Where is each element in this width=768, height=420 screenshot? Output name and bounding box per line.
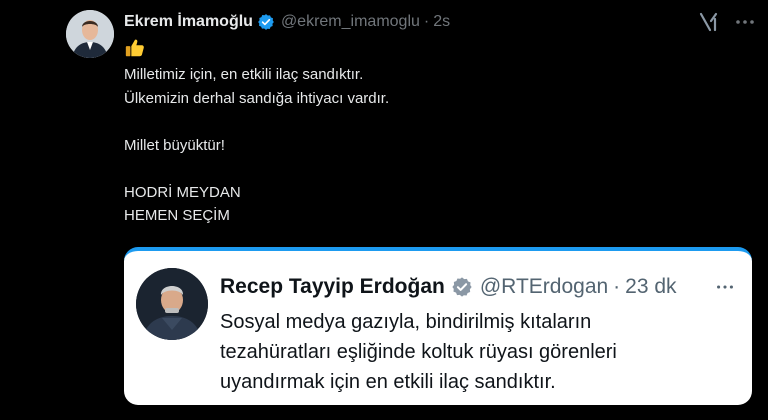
author-handle[interactable]: @ekrem_imamoglu xyxy=(281,13,420,31)
author-name[interactable]: Ekrem İmamoğlu xyxy=(124,13,253,31)
tweet[interactable]: Ekrem İmamoğlu @ekrem_imamoglu · 2s Mill… xyxy=(0,0,768,420)
tweet-header: Ekrem İmamoğlu @ekrem_imamoglu · 2s xyxy=(124,11,450,33)
quoted-tweet[interactable]: Recep Tayyip Erdoğan @RTErdogan · 23 dk xyxy=(124,247,752,405)
quoted-more-options-icon[interactable] xyxy=(714,276,736,298)
quoted-text-line: uyandırmak için en etkili ilaç sandıktır… xyxy=(220,371,556,393)
verified-badge-icon xyxy=(451,276,473,298)
tweet-text-line: Ülkemizin derhal sandığa ihtiyacı vardır… xyxy=(124,89,390,107)
more-options-icon[interactable] xyxy=(733,10,757,34)
quoted-header-separator: · xyxy=(613,275,621,298)
grok-icon[interactable] xyxy=(697,10,721,34)
tweet-timestamp[interactable]: 2s xyxy=(433,13,450,31)
quoted-tweet-timestamp[interactable]: 23 dk xyxy=(625,275,676,299)
tweet-text-line: HEMEN SEÇİM xyxy=(124,207,230,224)
quoted-tweet-header: Recep Tayyip Erdoğan @RTErdogan · 23 dk xyxy=(220,272,677,302)
tweet-text-line: Milletimiz için, en etkili ilaç sandıktı… xyxy=(124,66,364,83)
quoted-text-line: tezahüratları eşliğinde koltuk rüyası gö… xyxy=(220,341,617,363)
header-separator: · xyxy=(423,13,430,30)
quoted-text-line: Sosyal medya gazıyla, bindirilmiş kıtala… xyxy=(220,311,592,333)
author-avatar[interactable] xyxy=(66,10,114,58)
tweet-text-line xyxy=(124,110,684,134)
thumbs-up-icon xyxy=(124,37,146,59)
quoted-author-avatar[interactable] xyxy=(136,268,208,340)
tweet-text-line xyxy=(124,157,684,181)
quoted-author-name[interactable]: Recep Tayyip Erdoğan xyxy=(220,275,445,299)
quoted-tweet-text: Sosyal medya gazıyla, bindirilmiş kıtala… xyxy=(220,307,740,397)
verified-badge-icon xyxy=(257,13,275,31)
quoted-author-handle[interactable]: @RTErdogan xyxy=(480,275,608,299)
tweet-text-line: HODRİ MEYDAN xyxy=(124,183,241,201)
tweet-text-line: Millet büyüktür! xyxy=(124,136,225,154)
tweet-text: Milletimiz için, en etkili ilaç sandıktı… xyxy=(124,63,684,228)
